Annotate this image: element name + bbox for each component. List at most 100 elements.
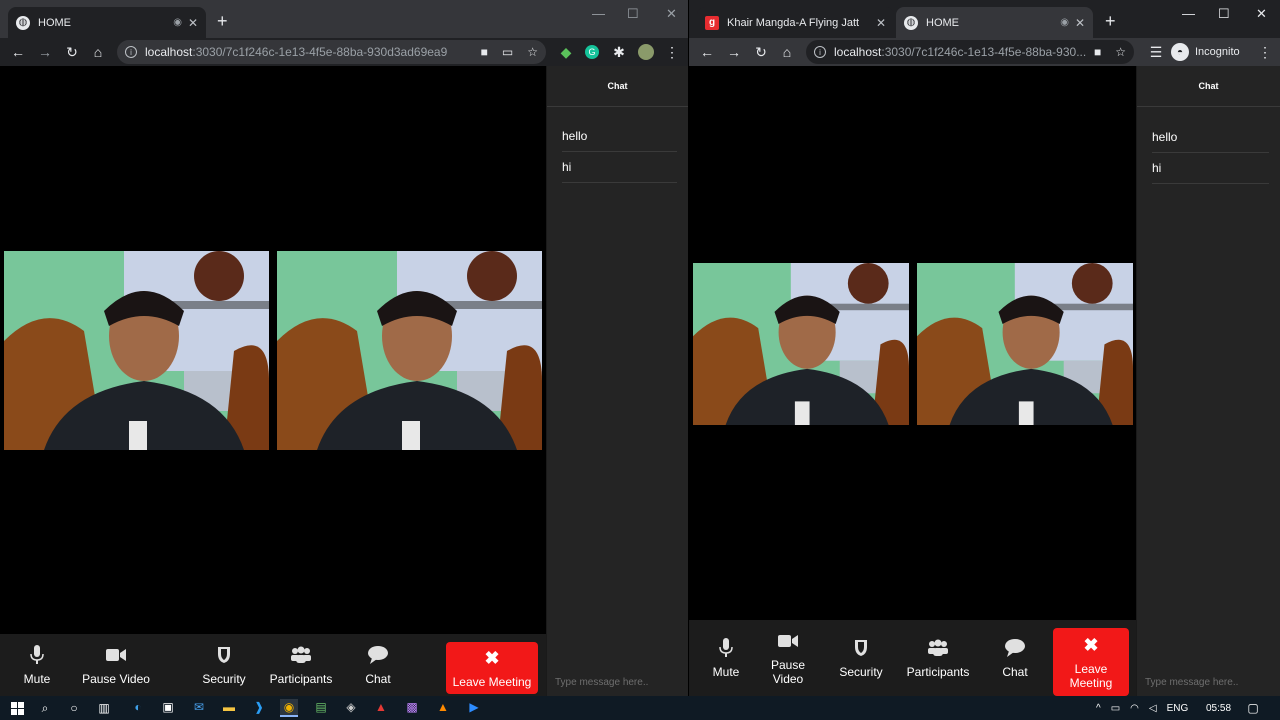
leave-meeting-label: Leave Meeting xyxy=(452,674,532,689)
tab-home[interactable]: ◍ HOME ◉ ✕ xyxy=(8,7,206,38)
recording-icon: ◉ xyxy=(1060,17,1069,28)
participants-button[interactable]: Participants xyxy=(903,620,973,696)
task-view-icon[interactable]: ▥ xyxy=(95,699,113,717)
search-icon[interactable]: ⌕ xyxy=(36,699,54,717)
participants-button[interactable]: Participants xyxy=(266,634,336,696)
wifi-icon[interactable]: ◠ xyxy=(1130,703,1139,714)
close-tab-icon[interactable]: ✕ xyxy=(188,16,198,30)
tab-home[interactable]: ◍ HOME ◉ ✕ xyxy=(896,7,1093,38)
maximize-button[interactable]: ☐ xyxy=(1218,6,1230,22)
browser-toolbar: ← → ↻ ⌂ i localhost :3030/7c1f246c-1e13-… xyxy=(689,38,1280,66)
pycharm-icon[interactable]: ▩ xyxy=(403,699,421,717)
pause-video-button[interactable]: Pause Video xyxy=(763,620,813,696)
notifications-icon[interactable]: ▢ xyxy=(1244,699,1262,717)
close-window-button[interactable]: ✕ xyxy=(1256,6,1267,22)
media-control-icon[interactable]: ☰ xyxy=(1146,42,1166,62)
new-tab-button[interactable]: + xyxy=(1105,12,1116,30)
address-bar[interactable]: i localhost :3030/7c1f246c-1e13-4f5e-88b… xyxy=(117,40,546,64)
chat-button[interactable]: Chat xyxy=(356,634,400,696)
clock[interactable]: 05:58 xyxy=(1206,696,1231,720)
close-tab-icon[interactable]: ✕ xyxy=(876,16,886,30)
extensions-puzzle-icon[interactable]: ✱ xyxy=(609,42,629,62)
chat-message-input[interactable] xyxy=(1145,672,1272,692)
close-x-icon: ✖ xyxy=(1083,634,1099,655)
reload-button[interactable]: ↻ xyxy=(62,42,82,62)
store-icon[interactable]: ▣ xyxy=(159,699,177,717)
mail-icon[interactable]: ✉ xyxy=(190,699,208,717)
back-button[interactable]: ← xyxy=(697,42,717,62)
meeting-controls: Mute Pause Video Security Participants C… xyxy=(0,634,546,696)
forward-button[interactable]: → xyxy=(724,42,744,62)
forward-button[interactable]: → xyxy=(35,42,55,62)
maximize-button[interactable]: ☐ xyxy=(627,6,639,22)
star-icon[interactable]: ☆ xyxy=(527,45,538,59)
mute-button[interactable]: Mute xyxy=(12,634,62,696)
url-host: localhost xyxy=(145,45,193,59)
meeting-controls: Mute Pause Video Security Participants C… xyxy=(689,620,1136,696)
cast-icon[interactable]: ▭ xyxy=(502,45,513,59)
battery-icon[interactable]: ▭ xyxy=(1111,703,1120,714)
video-tile xyxy=(4,251,269,450)
incognito-indicator[interactable]: ◓ Incognito xyxy=(1171,41,1240,63)
menu-icon[interactable]: ⋮ xyxy=(1255,42,1275,62)
close-tab-icon[interactable]: ✕ xyxy=(1075,16,1085,30)
camera-icon[interactable]: ■ xyxy=(481,45,488,59)
mute-label: Mute xyxy=(712,665,740,679)
site-info-icon[interactable]: i xyxy=(125,46,137,58)
file-explorer-icon[interactable]: ▬ xyxy=(220,699,238,717)
chat-bubble-icon xyxy=(368,644,388,666)
security-button[interactable]: Security xyxy=(194,634,254,696)
grammarly-icon[interactable]: G xyxy=(582,42,602,62)
reload-button[interactable]: ↻ xyxy=(751,42,771,62)
leave-meeting-button[interactable]: ✖ Leave Meeting xyxy=(1053,628,1129,696)
video-tile xyxy=(693,263,909,425)
windows-start-icon[interactable] xyxy=(8,699,26,717)
cortana-icon[interactable]: ○ xyxy=(65,699,83,717)
leave-meeting-button[interactable]: ✖ Leave Meeting xyxy=(446,642,538,694)
home-button[interactable]: ⌂ xyxy=(88,42,108,62)
chat-label: Chat xyxy=(1002,665,1028,679)
edge-icon[interactable]: ◐ xyxy=(129,699,147,717)
vlc-icon[interactable]: ▲ xyxy=(434,699,452,717)
security-label: Security xyxy=(202,672,246,686)
shield-icon xyxy=(854,637,868,659)
notepad-icon[interactable]: ▤ xyxy=(312,699,330,717)
chevron-up-icon[interactable]: ^ xyxy=(1096,703,1101,714)
address-bar[interactable]: i localhost :3030/7c1f246c-1e13-4f5e-88b… xyxy=(806,40,1134,64)
chrome-icon[interactable]: ◉ xyxy=(280,699,298,717)
extension-icon[interactable]: ◆ xyxy=(556,42,576,62)
video-grid xyxy=(689,66,1136,620)
pause-video-label-line1: Pause xyxy=(770,658,806,672)
pause-video-button[interactable]: Pause Video xyxy=(76,634,156,696)
taskbar: ⌕ ○ ▥ ◐ ▣ ✉ ▬ ❱ ◉ ▤ ◈ ▲ ▩ ▲ ▶ ^ ▭ ◠ ◁ EN… xyxy=(0,696,1280,720)
home-button[interactable]: ⌂ xyxy=(777,42,797,62)
acrobat-icon[interactable]: ▲ xyxy=(372,699,390,717)
vscode-icon[interactable]: ❱ xyxy=(250,699,268,717)
menu-icon[interactable]: ⋮ xyxy=(662,42,682,62)
video-tile xyxy=(277,251,542,450)
url-path: :3030/7c1f246c-1e13-4f5e-88ba-930... xyxy=(881,45,1087,59)
chat-panel: Chat hello hi xyxy=(1136,66,1280,696)
star-icon[interactable]: ☆ xyxy=(1115,45,1126,59)
camera-icon[interactable]: ■ xyxy=(1094,45,1101,59)
chat-message-input[interactable] xyxy=(555,672,680,692)
close-window-button[interactable]: ✕ xyxy=(666,6,677,22)
app-icon[interactable]: ◈ xyxy=(342,699,360,717)
language-indicator[interactable]: ENG xyxy=(1167,703,1189,714)
security-button[interactable]: Security xyxy=(831,620,891,696)
back-button[interactable]: ← xyxy=(8,42,28,62)
chat-panel: Chat hello hi xyxy=(546,66,688,696)
url-path: :3030/7c1f246c-1e13-4f5e-88ba-930d3ad69e… xyxy=(192,45,448,59)
mute-label: Mute xyxy=(23,672,51,686)
avatar[interactable] xyxy=(636,42,656,62)
zoom-icon[interactable]: ▶ xyxy=(465,699,483,717)
chat-button[interactable]: Chat xyxy=(993,620,1037,696)
site-info-icon[interactable]: i xyxy=(814,46,826,58)
volume-icon[interactable]: ◁ xyxy=(1149,703,1157,714)
browser-toolbar: ← → ↻ ⌂ i localhost :3030/7c1f246c-1e13-… xyxy=(0,38,688,66)
tab-music[interactable]: g Khair Mangda-A Flying Jatt ✕ xyxy=(697,7,894,38)
mute-button[interactable]: Mute xyxy=(701,620,751,696)
minimize-button[interactable]: — xyxy=(592,6,605,21)
new-tab-button[interactable]: + xyxy=(217,12,228,30)
minimize-button[interactable]: — xyxy=(1182,6,1195,21)
